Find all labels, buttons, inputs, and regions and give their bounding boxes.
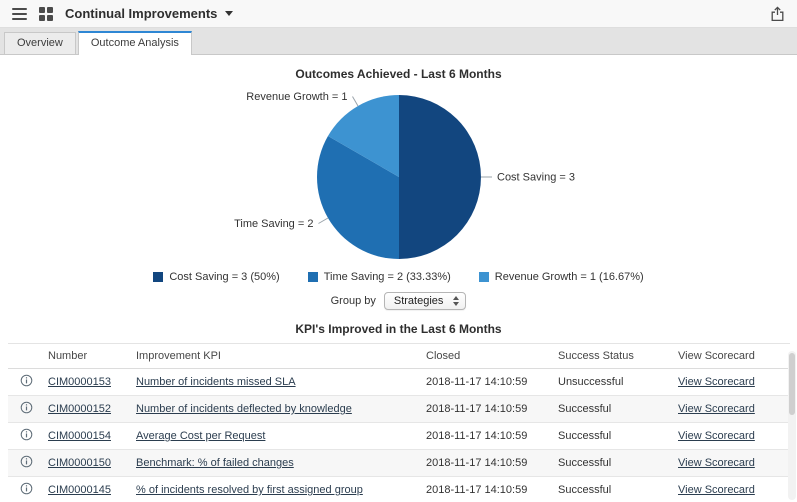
- legend-swatch: [307, 272, 318, 282]
- legend-item-cost-saving[interactable]: Cost Saving = 3 (50%): [153, 271, 280, 283]
- select-arrows-icon: [453, 296, 460, 306]
- app-window: Continual Improvements Overview Outcome …: [0, 0, 797, 502]
- closed-value: 2018-11-17 14:10:59: [426, 430, 528, 442]
- col-header-closed[interactable]: Closed: [422, 344, 554, 369]
- info-icon[interactable]: [20, 455, 33, 468]
- scrollbar-thumb[interactable]: [789, 353, 795, 415]
- group-by-select[interactable]: Strategies: [383, 292, 467, 310]
- view-scorecard-link[interactable]: View Scorecard: [678, 430, 755, 442]
- group-by-selected-value: Strategies: [393, 295, 444, 307]
- kpi-link[interactable]: Number of incidents missed SLA: [136, 376, 296, 388]
- closed-value: 2018-11-17 14:10:59: [426, 457, 528, 469]
- legend-label: Cost Saving = 3 (50%): [169, 271, 280, 283]
- pie-callout-label: Cost Saving = 3: [497, 172, 575, 184]
- status-value: Unsuccessful: [558, 376, 624, 388]
- menu-button[interactable]: [12, 7, 27, 20]
- group-by-control: Group by Strategies: [0, 292, 797, 310]
- chevron-down-icon: [225, 11, 234, 16]
- table-title: KPI's Improved in the Last 6 Months: [295, 322, 502, 336]
- legend-item-revenue-growth[interactable]: Revenue Growth = 1 (16.67%): [478, 271, 644, 283]
- grid-icon: [39, 6, 53, 21]
- kpi-link[interactable]: Number of incidents deflected by knowled…: [136, 403, 352, 415]
- legend-label: Time Saving = 2 (33.33%): [323, 271, 451, 283]
- table-row: CIM0000154 Average Cost per Request 2018…: [8, 423, 790, 450]
- col-header-success-status[interactable]: Success Status: [554, 344, 674, 369]
- share-export-icon: [771, 5, 784, 21]
- tab-label: Overview: [17, 37, 63, 49]
- kpi-link[interactable]: Benchmark: % of failed changes: [136, 457, 294, 469]
- chart-legend: Cost Saving = 3 (50%) Time Saving = 2 (3…: [0, 271, 797, 283]
- legend-swatch: [478, 272, 489, 282]
- status-value: Successful: [558, 403, 612, 415]
- kpi-table: Number Improvement KPI Closed Success St…: [8, 343, 790, 502]
- view-scorecard-link[interactable]: View Scorecard: [678, 457, 755, 469]
- app-picker-button[interactable]: [39, 6, 53, 21]
- pie-callout-label: Revenue Growth = 1: [246, 91, 347, 103]
- status-value: Successful: [558, 484, 612, 496]
- closed-value: 2018-11-17 14:10:59: [426, 484, 528, 496]
- status-value: Successful: [558, 430, 612, 442]
- record-number-link[interactable]: CIM0000152: [48, 403, 111, 415]
- table-row: CIM0000150 Benchmark: % of failed change…: [8, 449, 790, 477]
- pie-chart-svg: Cost Saving = 3 Time Saving = 2 Revenue Gr…: [234, 91, 575, 259]
- col-header-view-scorecard[interactable]: View Scorecard: [674, 344, 790, 369]
- table-row: CIM0000153 Number of incidents missed SL…: [8, 369, 790, 396]
- tab-bar: Overview Outcome Analysis: [0, 28, 797, 55]
- hamburger-icon: [12, 7, 27, 20]
- col-header-number[interactable]: Number: [44, 344, 132, 369]
- info-icon[interactable]: [20, 428, 33, 441]
- legend-item-time-saving[interactable]: Time Saving = 2 (33.33%): [307, 271, 451, 283]
- view-scorecard-link[interactable]: View Scorecard: [678, 403, 755, 415]
- pie-slice-cost-saving[interactable]: [398, 95, 481, 259]
- info-icon[interactable]: [20, 482, 33, 495]
- pie-callout-line: [317, 217, 328, 224]
- info-icon[interactable]: [20, 401, 33, 414]
- tab-label: Outcome Analysis: [90, 37, 179, 49]
- table-header-row: Number Improvement KPI Closed Success St…: [8, 343, 790, 369]
- view-scorecard-link[interactable]: View Scorecard: [678, 484, 755, 496]
- legend-label: Revenue Growth = 1 (16.67%): [494, 271, 644, 283]
- record-number-link[interactable]: CIM0000153: [48, 376, 111, 388]
- table-scrollbar[interactable]: [788, 351, 796, 500]
- share-button[interactable]: [770, 5, 785, 22]
- table-row: CIM0000152 Number of incidents deflected…: [8, 395, 790, 423]
- tab-overview[interactable]: Overview: [4, 32, 76, 54]
- closed-value: 2018-11-17 14:10:59: [426, 376, 528, 388]
- table-row: CIM0000145 % of incidents resolved by fi…: [8, 477, 790, 502]
- info-icon[interactable]: [20, 374, 33, 387]
- col-header-icon: [8, 344, 44, 369]
- record-number-link[interactable]: CIM0000154: [48, 430, 111, 442]
- record-number-link[interactable]: CIM0000150: [48, 457, 111, 469]
- group-by-label: Group by: [330, 295, 376, 307]
- closed-value: 2018-11-17 14:10:59: [426, 403, 528, 415]
- legend-swatch: [153, 272, 164, 282]
- pie-callout-label: Time Saving = 2: [234, 218, 313, 230]
- record-number-link[interactable]: CIM0000145: [48, 484, 111, 496]
- dashboard-title-dropdown[interactable]: Continual Improvements: [65, 6, 234, 21]
- status-value: Successful: [558, 457, 612, 469]
- col-header-improvement-kpi[interactable]: Improvement KPI: [132, 344, 422, 369]
- view-scorecard-link[interactable]: View Scorecard: [678, 376, 755, 388]
- kpi-link[interactable]: % of incidents resolved by first assigne…: [136, 484, 363, 496]
- dashboard-content: Outcomes Achieved - Last 6 Months Cost S…: [0, 67, 797, 502]
- top-header: Continual Improvements: [0, 0, 797, 28]
- page-title: Continual Improvements: [65, 6, 218, 21]
- tab-outcome-analysis[interactable]: Outcome Analysis: [77, 31, 192, 55]
- pie-callout-line: [351, 96, 358, 107]
- kpi-link[interactable]: Average Cost per Request: [136, 430, 265, 442]
- chart-title: Outcomes Achieved - Last 6 Months: [295, 67, 502, 81]
